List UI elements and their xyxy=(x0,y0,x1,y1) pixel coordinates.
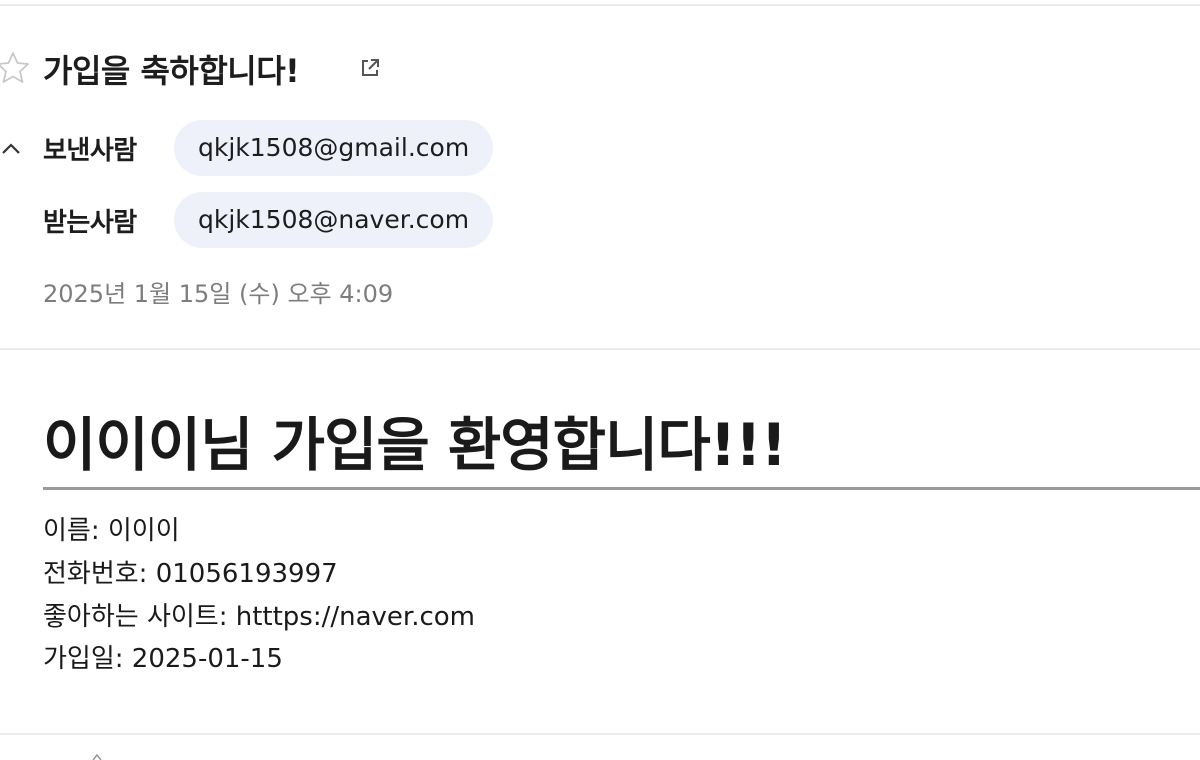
header-divider xyxy=(0,348,1200,350)
body-heading: 이이이님 가입을 환영합니다!!! xyxy=(43,411,787,479)
mail-subject: 가입을 축하합니다! xyxy=(43,52,300,90)
mail-view: 가입을 축하합니다! 보낸사람 qkjk1508@gmail.com 받는사람 … xyxy=(0,0,1200,760)
footer-divider xyxy=(0,733,1200,735)
mail-date: 2025년 1월 15일 (수) 오후 4:09 xyxy=(43,280,394,308)
sender-label: 보낸사람 xyxy=(43,136,137,166)
info-join-date: 가입일: 2025-01-15 xyxy=(43,644,283,674)
sender-chip[interactable]: qkjk1508@gmail.com xyxy=(174,120,494,176)
info-phone: 전화번호: 01056193997 xyxy=(43,559,338,589)
partial-icon xyxy=(92,754,102,760)
external-link-icon[interactable] xyxy=(358,56,382,80)
info-favorite-site: 좋아하는 사이트: htttps://naver.com xyxy=(43,602,476,632)
chevron-up-icon[interactable] xyxy=(0,138,22,158)
body-rule xyxy=(43,487,1200,490)
recipient-chip[interactable]: qkjk1508@naver.com xyxy=(174,192,494,248)
info-name: 이름: 이이이 xyxy=(43,516,180,546)
recipient-label: 받는사람 xyxy=(43,208,137,238)
star-icon[interactable] xyxy=(0,50,30,86)
top-divider xyxy=(0,4,1200,6)
